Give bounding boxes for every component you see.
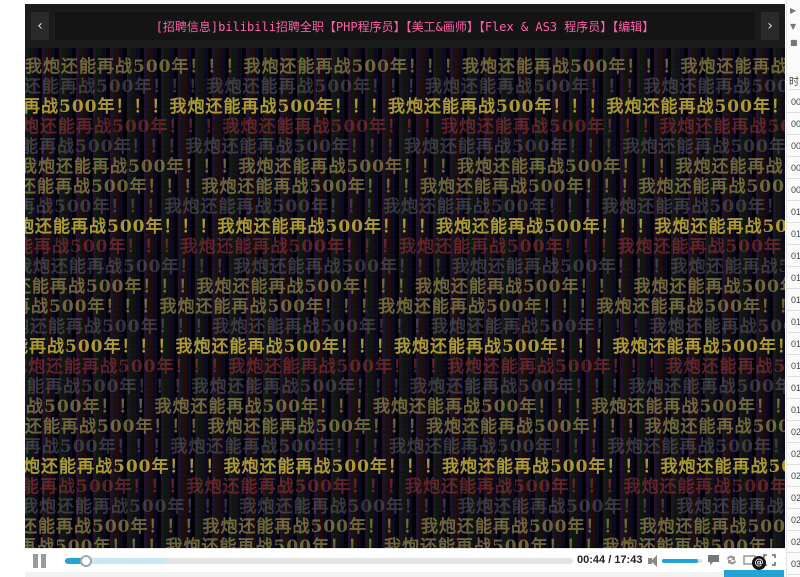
chevron-left-icon: ‹ bbox=[37, 18, 43, 34]
danmaku-list-row[interactable]: 02 bbox=[791, 515, 800, 525]
row-divider bbox=[787, 200, 800, 201]
danmaku-list-row[interactable]: 02 bbox=[791, 471, 800, 481]
row-divider bbox=[787, 266, 800, 267]
row-divider bbox=[787, 530, 800, 531]
row-divider bbox=[787, 398, 800, 399]
row-divider bbox=[787, 112, 800, 113]
row-divider bbox=[787, 178, 800, 179]
current-time: 00:44 bbox=[577, 554, 606, 566]
notice-prev-button[interactable]: ‹ bbox=[31, 12, 49, 40]
row-divider bbox=[787, 442, 800, 443]
row-divider bbox=[787, 552, 800, 553]
danmaku-list-header: 时 bbox=[789, 70, 800, 90]
time-display: 00:44 / 17:43 bbox=[577, 554, 642, 566]
danmaku-input-strip bbox=[25, 572, 785, 577]
video-screen[interactable]: 我炮还能再战500年！！！我炮还能再战500年！！！我炮还能再战500年！！！我… bbox=[25, 48, 785, 548]
row-divider bbox=[787, 508, 800, 509]
row-divider bbox=[787, 332, 800, 333]
danmaku-comment: 我炮还能再战500年！！！我炮还能再战500年！！！我炮还能再战500年！！！我… bbox=[25, 537, 785, 548]
danmaku-list-row[interactable]: 02 bbox=[791, 537, 800, 547]
duration: 17:43 bbox=[614, 554, 643, 566]
loop-icon[interactable] bbox=[724, 554, 738, 567]
notice-text: [招聘信息]bilibili招聘全职【PHP程序员】【美工&画师】【Flex &… bbox=[155, 19, 655, 34]
time-column-header: 时 bbox=[789, 77, 799, 88]
danmaku-list-panel: ▶ ▼ ■ 时 00 00 00 00 00 01 01 01 01 01 01 01 01 01 01 02… bbox=[786, 0, 800, 577]
danmaku-list-row[interactable]: 00 bbox=[791, 163, 800, 173]
danmaku-list-row[interactable]: 01 bbox=[791, 295, 800, 305]
time-separator: / bbox=[605, 554, 615, 566]
notice-bar: ‹ [招聘信息]bilibili招聘全职【PHP程序员】【美工&画师】【Flex… bbox=[25, 4, 785, 48]
row-divider bbox=[787, 354, 800, 355]
danmaku-list-row[interactable]: 01 bbox=[791, 339, 800, 349]
player-page: ‹ [招聘信息]bilibili招聘全职【PHP程序员】【美工&画师】【Flex… bbox=[0, 0, 800, 577]
send-danmaku-button[interactable] bbox=[724, 570, 784, 577]
danmaku-list-row[interactable]: 01 bbox=[791, 317, 800, 327]
danmaku-list-row[interactable]: 01 bbox=[791, 229, 800, 239]
row-divider bbox=[787, 156, 800, 157]
danmaku-list-row[interactable]: 00 bbox=[791, 141, 800, 151]
chevron-down-icon[interactable]: ▼ bbox=[790, 22, 799, 31]
row-divider bbox=[787, 376, 800, 377]
danmaku-list-row[interactable]: 00 bbox=[791, 119, 800, 129]
volume-slider[interactable] bbox=[662, 559, 702, 563]
row-divider bbox=[787, 420, 800, 421]
danmaku-list-row[interactable]: 01 bbox=[791, 273, 800, 283]
danmaku-list-row[interactable]: 01 bbox=[791, 405, 800, 415]
row-divider bbox=[787, 310, 800, 311]
danmaku-list-row[interactable]: 00 bbox=[791, 185, 800, 195]
chevron-right-icon: › bbox=[767, 18, 773, 34]
danmaku-layer: 我炮还能再战500年！！！我炮还能再战500年！！！我炮还能再战500年！！！我… bbox=[25, 48, 785, 548]
row-divider bbox=[787, 464, 800, 465]
danmaku-list-row[interactable]: 01 bbox=[791, 361, 800, 371]
pause-icon[interactable] bbox=[33, 554, 47, 568]
danmaku-list-row[interactable]: 02 bbox=[791, 493, 800, 503]
row-divider bbox=[787, 288, 800, 289]
at-icon: @ bbox=[752, 556, 766, 570]
notice-next-button[interactable]: › bbox=[761, 12, 779, 40]
comment-bubble-icon[interactable] bbox=[706, 554, 720, 567]
player-controls: 00:44 / 17:43 bbox=[25, 548, 785, 572]
danmaku-list-row[interactable]: 01 bbox=[791, 251, 800, 261]
row-divider bbox=[787, 134, 800, 135]
danmaku-list-row[interactable]: 02 bbox=[791, 449, 800, 459]
row-divider bbox=[787, 222, 800, 223]
row-divider bbox=[787, 486, 800, 487]
volume-level bbox=[662, 559, 698, 563]
danmaku-list-row[interactable]: 02 bbox=[791, 427, 800, 437]
row-divider bbox=[787, 574, 800, 575]
danmaku-list-row[interactable]: 00 bbox=[791, 97, 800, 107]
danmaku-list-row[interactable]: 01 bbox=[791, 207, 800, 217]
progress-bar[interactable] bbox=[65, 555, 573, 567]
play-arrow-icon[interactable]: ▶ bbox=[790, 6, 799, 15]
danmaku-list-row[interactable]: 01 bbox=[791, 383, 800, 393]
progress-handle[interactable] bbox=[80, 555, 93, 567]
comment-icon[interactable]: ■ bbox=[790, 38, 799, 47]
danmaku-list-row[interactable]: 03 bbox=[791, 559, 800, 569]
notice-link[interactable]: [招聘信息]bilibili招聘全职【PHP程序员】【美工&画师】【Flex &… bbox=[55, 12, 755, 40]
row-divider bbox=[787, 244, 800, 245]
volume-icon[interactable] bbox=[648, 555, 660, 567]
